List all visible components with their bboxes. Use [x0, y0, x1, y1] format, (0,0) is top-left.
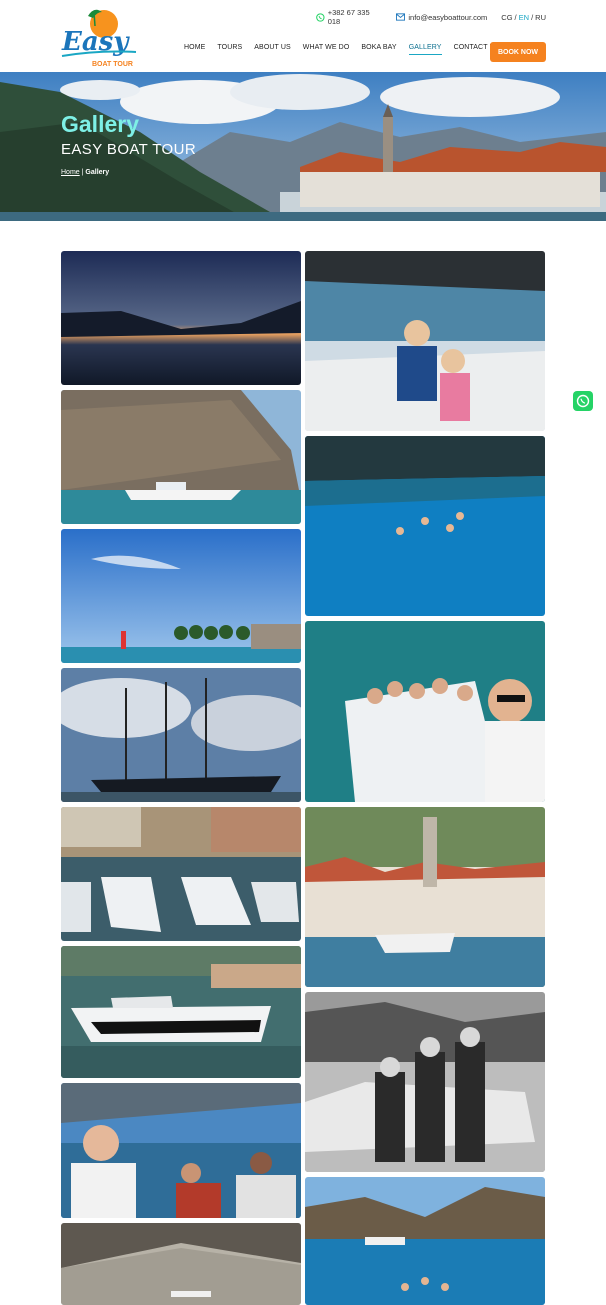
main-nav: HOME TOURS ABOUT US WHAT WE DO BOKA BAY … — [178, 44, 505, 55]
page-title: Gallery — [61, 111, 139, 137]
gallery-image-marina-boats[interactable] — [61, 807, 301, 941]
gallery-image-blue-cave-swimmers[interactable] — [305, 1177, 545, 1305]
gallery-image-sailing-yacht-masts[interactable] — [61, 668, 301, 802]
mail-icon — [396, 13, 406, 21]
nav-what-we-do[interactable]: WHAT WE DO — [297, 44, 356, 51]
whatsapp-float-button[interactable] — [573, 391, 593, 411]
phone-contact[interactable]: +382 67 335 018 — [316, 8, 382, 26]
hero-banner: Gallery EASY BOAT TOUR Home | Gallery — [0, 72, 606, 221]
gallery-image-sunset-bay[interactable] — [61, 251, 301, 385]
email-address: info@easyboattour.com — [408, 12, 488, 22]
gallery-image-boat-near-cliff[interactable] — [61, 390, 301, 524]
whatsapp-icon — [316, 12, 325, 22]
gallery-image-group-selfie-boat[interactable] — [305, 621, 545, 802]
svg-text:BOAT TOUR: BOAT TOUR — [92, 61, 133, 68]
nav-gallery[interactable]: GALLERY — [403, 44, 448, 55]
lang-cg[interactable]: CG — [501, 13, 512, 22]
gallery-image-selfie-on-deck[interactable] — [61, 1083, 301, 1218]
nav-boka-bay[interactable]: BOKA BAY — [355, 44, 402, 51]
language-switcher: CG / EN / RU — [501, 12, 546, 22]
topbar: +382 67 335 018 info@easyboattour.com CG… — [316, 8, 546, 26]
whatsapp-icon — [576, 394, 590, 408]
gallery-image-perast-town-boat[interactable] — [305, 807, 545, 987]
email-contact[interactable]: info@easyboattour.com — [396, 13, 487, 22]
page-subtitle: EASY BOAT TOUR — [61, 141, 197, 158]
gallery-image-black-white-group[interactable] — [305, 992, 545, 1172]
breadcrumb-current: Gallery — [85, 169, 110, 176]
nav-home[interactable]: HOME — [178, 44, 211, 51]
nav-tours[interactable]: TOURS — [211, 44, 248, 51]
book-now-button[interactable]: BOOK NOW — [490, 42, 546, 62]
gallery-image-cave-rock[interactable] — [61, 1223, 301, 1305]
easy-boat-tour-logo[interactable]: Easy BOAT TOUR — [58, 4, 138, 68]
breadcrumb-home[interactable]: Home — [61, 169, 80, 176]
lang-en[interactable]: EN — [519, 13, 529, 22]
phone-number: +382 67 335 018 — [327, 8, 370, 26]
gallery-image-lighthouse-palms[interactable] — [61, 529, 301, 663]
gallery-image-kids-on-boat[interactable] — [305, 251, 545, 431]
gallery-image-white-boat-marina[interactable] — [61, 946, 301, 1078]
gallery-image-swimmers-blue-water[interactable] — [305, 436, 545, 616]
nav-about-us[interactable]: ABOUT US — [248, 44, 296, 51]
lang-ru[interactable]: RU — [535, 13, 546, 22]
breadcrumb: Home | Gallery — [61, 169, 110, 176]
site-header: Easy BOAT TOUR +382 67 335 018 info@easy… — [0, 0, 606, 72]
